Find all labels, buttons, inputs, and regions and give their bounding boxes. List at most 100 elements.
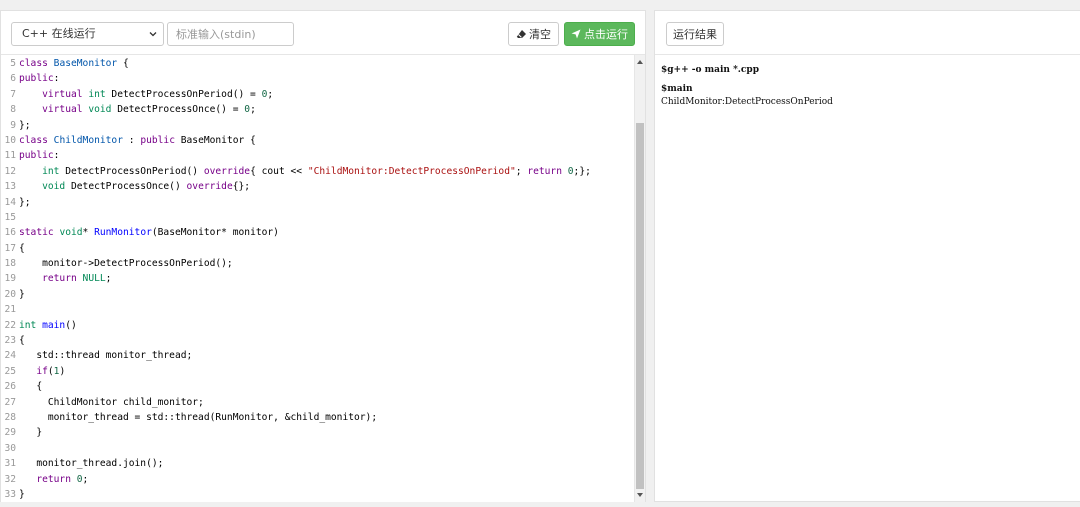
result-button[interactable]: 运行结果 — [666, 22, 724, 46]
line-number: 8 — [10, 104, 16, 116]
line-number: 33 — [4, 488, 16, 500]
code-line[interactable]: 19 return NULL; — [1, 271, 633, 286]
line-number: 23 — [4, 335, 16, 347]
compile-command: $g++ -o main *.cpp — [661, 65, 759, 75]
result-button-label: 运行结果 — [673, 28, 717, 41]
code-line[interactable]: 14}; — [1, 195, 633, 210]
scroll-thumb[interactable] — [636, 123, 644, 489]
line-code: } — [19, 288, 25, 300]
code-line[interactable]: 11 public: — [1, 148, 633, 163]
code-line[interactable]: 24 std::thread monitor_thread; — [1, 348, 633, 363]
line-number: 15 — [4, 211, 16, 223]
line-code: ChildMonitor child_monitor; — [19, 396, 204, 408]
line-code: class ChildMonitor : public BaseMonitor … — [19, 134, 256, 146]
code-line[interactable]: 16 static void* RunMonitor(BaseMonitor* m… — [1, 225, 633, 240]
code-line[interactable]: 20} — [1, 287, 633, 302]
code-line[interactable]: 13 void DetectProcessOnce() override{}; — [1, 179, 633, 194]
line-code: }; — [19, 196, 31, 208]
editor-toolbar: C++ 在线运行 清空 点击运行 — [1, 11, 645, 55]
program-output: ChildMonitor:DetectProcessOnPeriod — [661, 97, 833, 107]
code-line[interactable]: 26 { — [1, 379, 633, 394]
clear-button[interactable]: 清空 — [508, 22, 559, 46]
line-number: 12 — [4, 165, 16, 177]
line-number: 25 — [4, 365, 16, 377]
line-number: 11 — [4, 150, 16, 162]
line-number: 19 — [4, 273, 16, 285]
code-line[interactable]: 7 virtual int DetectProcessOnPeriod() = … — [1, 87, 633, 102]
result-toolbar: 运行结果 — [655, 11, 1080, 55]
code-line[interactable]: 10 class ChildMonitor : public BaseMonito… — [1, 133, 633, 148]
line-number: 31 — [4, 458, 16, 470]
scroll-up-arrow-icon[interactable] — [635, 57, 645, 67]
language-select[interactable]: C++ 在线运行 — [11, 22, 164, 46]
line-code: monitor_thread = std::thread(RunMonitor,… — [19, 411, 378, 423]
code-line[interactable]: 15 — [1, 210, 633, 225]
line-number: 30 — [4, 442, 16, 454]
line-number: 18 — [4, 258, 16, 270]
line-code: }; — [19, 119, 31, 131]
line-code: int main() — [19, 319, 77, 331]
line-number: 29 — [4, 427, 16, 439]
editor-scrollbar[interactable] — [634, 55, 645, 502]
code-line[interactable]: 25 if(1) — [1, 364, 633, 379]
code-line[interactable]: 5 class BaseMonitor { — [1, 56, 633, 71]
language-select-value: C++ 在线运行 — [22, 27, 96, 40]
line-code: return NULL; — [42, 273, 112, 285]
result-panel: 运行结果 $g++ -o main *.cpp $main ChildMonit… — [654, 10, 1080, 502]
scroll-down-arrow-icon[interactable] — [635, 490, 645, 500]
code-line[interactable]: 29 } — [1, 425, 633, 440]
line-number: 27 — [4, 396, 16, 408]
line-code: public: — [19, 150, 60, 162]
line-code: virtual void DetectProcessOnce() = 0; — [42, 104, 256, 116]
line-number: 5 — [10, 58, 16, 69]
code-line[interactable]: 9}; — [1, 118, 633, 133]
code-lines[interactable]: 5 class BaseMonitor {6 public: 7 virtual in… — [1, 56, 633, 502]
code-line[interactable]: 27 ChildMonitor child_monitor; — [1, 395, 633, 410]
line-number: 7 — [10, 88, 16, 100]
code-line[interactable]: 12 int DetectProcessOnPeriod() override{… — [1, 164, 633, 179]
code-line[interactable]: 23{ — [1, 333, 633, 348]
code-line[interactable]: 21 — [1, 302, 633, 317]
code-line[interactable]: 28 monitor_thread = std::thread(RunMonit… — [1, 410, 633, 425]
send-icon — [571, 29, 581, 39]
line-code: public: — [19, 73, 60, 85]
code-line[interactable]: 6 public: — [1, 71, 633, 86]
line-number: 20 — [4, 288, 16, 300]
line-code: } — [19, 488, 25, 500]
line-number: 32 — [4, 473, 16, 485]
code-line[interactable]: 31 monitor_thread.join(); — [1, 456, 633, 471]
clear-button-label: 清空 — [529, 28, 551, 41]
line-code: static void* RunMonitor(BaseMonitor* mon… — [19, 227, 279, 239]
code-line[interactable]: 8 virtual void DetectProcessOnce() = 0; — [1, 102, 633, 117]
line-number: 17 — [4, 242, 16, 254]
line-number: 28 — [4, 411, 16, 423]
code-line[interactable]: 17{ — [1, 241, 633, 256]
code-line[interactable]: 22 int main() — [1, 318, 633, 333]
eraser-icon — [516, 30, 526, 38]
line-code: { — [19, 242, 25, 254]
line-number: 10 — [4, 134, 16, 146]
line-code: class BaseMonitor { — [19, 58, 129, 69]
code-line[interactable]: 30 — [1, 441, 633, 456]
run-command: $main — [661, 84, 693, 94]
line-code: { — [19, 335, 25, 347]
online-compiler-page: C++ 在线运行 清空 点击运行 5class BaseMonitor {6pu… — [0, 0, 1080, 507]
line-code: return 0; — [36, 473, 89, 485]
editor-panel: C++ 在线运行 清空 点击运行 5class BaseMonitor {6pu… — [0, 10, 646, 502]
line-code: void DetectProcessOnce() override{}; — [42, 181, 251, 193]
code-line[interactable]: 32 return 0; — [1, 472, 633, 487]
line-number: 16 — [4, 227, 16, 239]
line-number: 22 — [4, 319, 16, 331]
code-line[interactable]: 33} — [1, 487, 633, 502]
line-code: { — [19, 381, 43, 393]
line-code: int DetectProcessOnPeriod() override{ co… — [42, 165, 591, 177]
line-number: 21 — [4, 304, 16, 316]
run-button-label: 点击运行 — [584, 28, 628, 41]
result-output: $g++ -o main *.cpp $main ChildMonitor:De… — [655, 55, 1080, 502]
stdin-input[interactable] — [167, 22, 294, 46]
code-line[interactable]: 18 monitor->DetectProcessOnPeriod(); — [1, 256, 633, 271]
run-button[interactable]: 点击运行 — [564, 22, 635, 46]
line-code: std::thread monitor_thread; — [19, 350, 193, 362]
line-number: 13 — [4, 181, 16, 193]
code-editor[interactable]: 5 class BaseMonitor {6 public: 7 virtual in… — [1, 55, 645, 502]
